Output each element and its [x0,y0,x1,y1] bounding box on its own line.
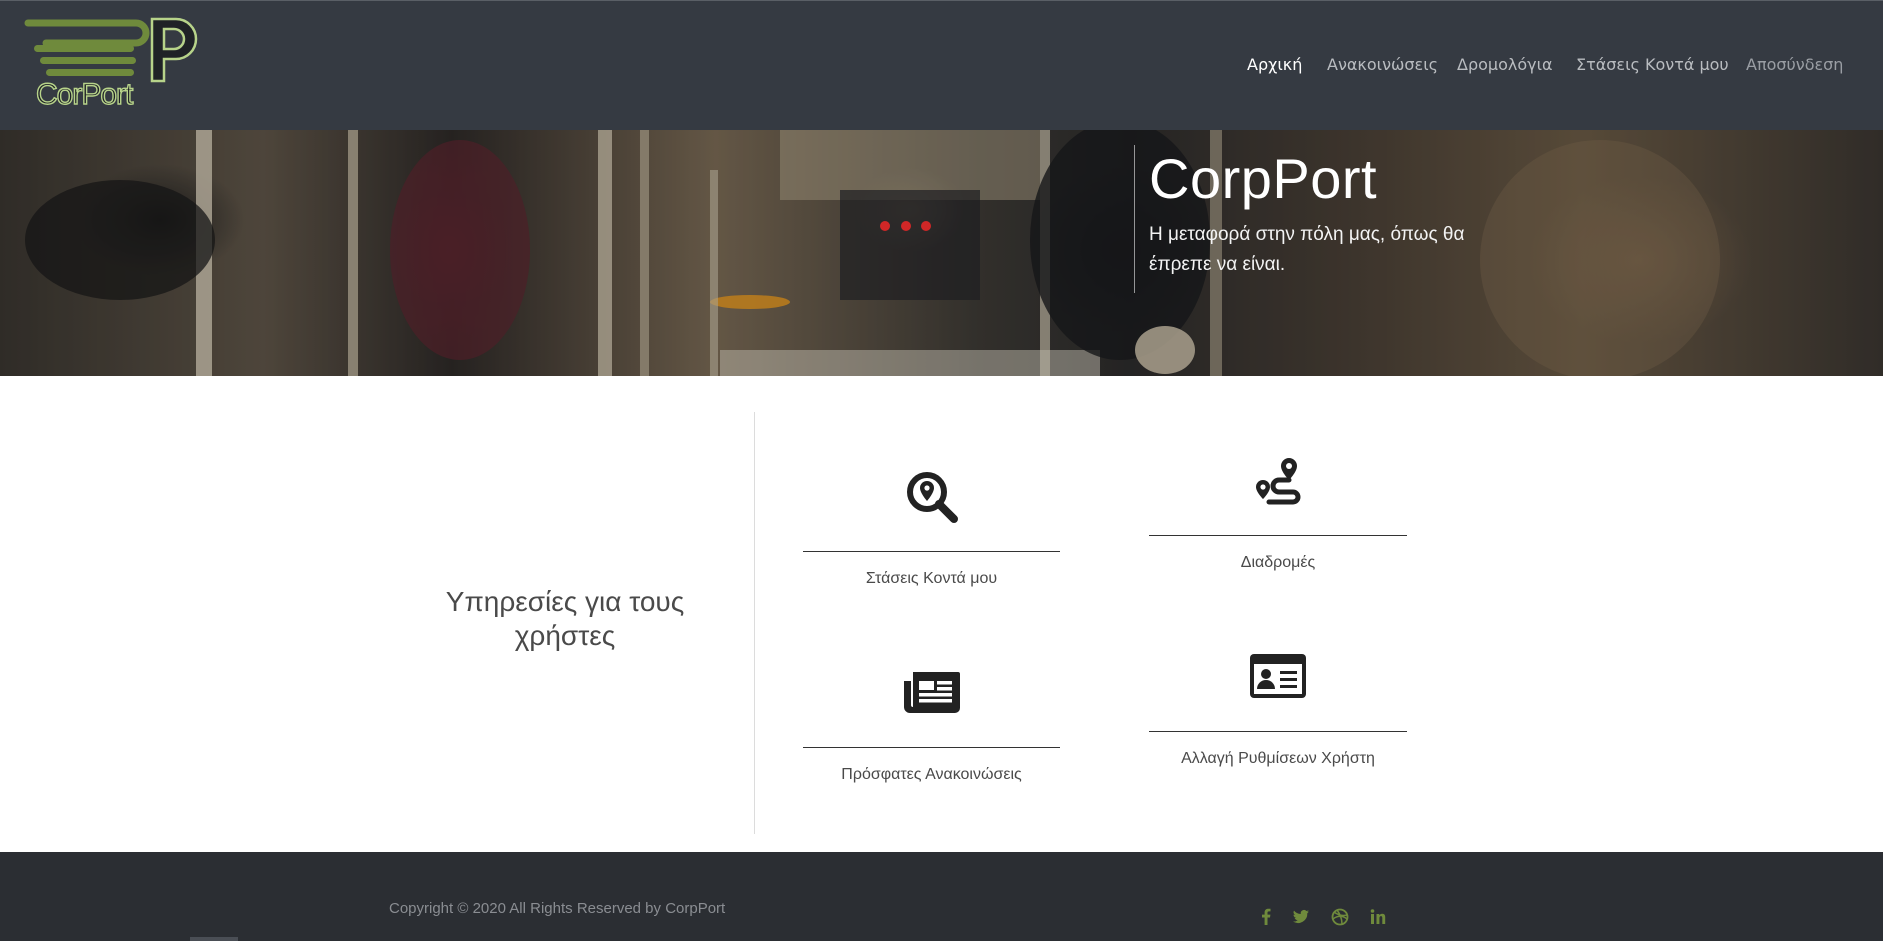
service-announcements[interactable]: Πρόσφατες Ανακοινώσεις [803,656,1060,791]
hero-divider [1134,145,1135,293]
service-rule [1149,535,1407,536]
search-location-icon [906,472,958,523]
service-label: Στάσεις Κοντά μου [865,570,998,587]
service-nearby-stops[interactable]: Στάσεις Κοντά μου [803,460,1060,595]
service-rule [803,551,1060,552]
service-label: Πρόσφατες Ανακοινώσεις [841,766,1022,783]
nav-home[interactable]: Αρχική [1247,55,1302,74]
services-divider [754,412,755,834]
nav-routes[interactable]: Δρομολόγια [1457,55,1553,74]
copyright-text: Copyright © 2020 All Rights Reserved by … [389,900,726,917]
nav-nearby-stops[interactable]: Στάσεις Κοντά μου [1576,55,1729,74]
id-card-icon [1250,654,1306,698]
service-label: Διαδρομές [1240,554,1316,571]
service-rule [803,747,1060,748]
linkedin-icon[interactable] [1368,907,1388,927]
services-title: Υπηρεσίες για τους χρήστες [445,586,685,651]
facebook-icon[interactable] [1256,907,1276,927]
svg-text:CorPort: CorPort [36,78,134,111]
service-routes[interactable]: Διαδρομές [1149,444,1407,579]
service-user-settings[interactable]: Αλλαγή Ρυθμίσεων Χρήστη [1149,640,1407,775]
hero-background-image [0,130,1883,376]
site-header: CorPort Αρχική Ανακοινώσεις Δρομολόγια Σ… [0,0,1883,130]
twitter-icon[interactable] [1291,907,1311,927]
newspaper-icon [903,672,960,713]
hero-banner: CorpPort Η μεταφορά στην πόλη μας, όπως … [0,130,1883,376]
service-rule [1149,731,1407,732]
corport-logo[interactable]: CorPort [24,15,204,111]
hero-title: CorpPort [1149,147,1378,210]
footer-tab [190,937,238,941]
hero-subtitle: Η μεταφορά στην πόλη μας, όπως θα έπρεπε… [1149,224,1465,275]
site-footer: Copyright © 2020 All Rights Reserved by … [0,852,1883,941]
dribbble-icon[interactable] [1330,907,1350,927]
route-icon [1256,458,1301,505]
logout-link[interactable]: Αποσύνδεση [1746,55,1843,74]
service-label: Αλλαγή Ρυθμίσεων Χρήστη [1181,750,1375,767]
nav-announcements[interactable]: Ανακοινώσεις [1327,55,1438,74]
